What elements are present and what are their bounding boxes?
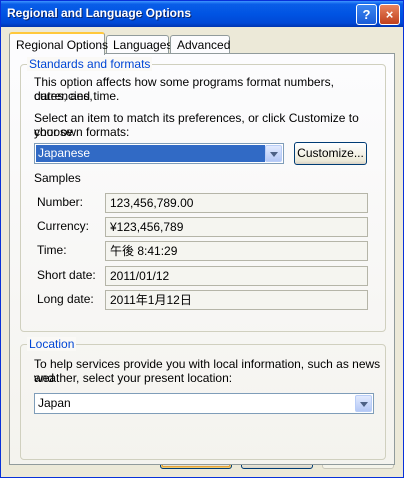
sample-number-value: 123,456,789.00	[105, 193, 368, 213]
sample-short-date-value: 2011/01/12	[105, 266, 368, 286]
close-button[interactable]: ×	[379, 4, 400, 25]
standards-description-line2: dates, and time.	[34, 89, 120, 103]
dialog-window: Regional and Language Options ? × Region…	[0, 0, 404, 478]
location-select-value: Japan	[38, 396, 71, 410]
standards-instruction-line2: your own formats:	[34, 125, 130, 139]
dialog-client: Regional Options Languages Advanced Stan…	[1, 27, 403, 477]
standards-group: Standards and formats This option affect…	[20, 57, 386, 332]
chevron-down-icon[interactable]	[265, 145, 282, 162]
sample-time-value: 午後 8:41:29	[105, 241, 368, 261]
location-description-line2: weather, select your present location:	[34, 371, 233, 385]
sample-long-date-value: 2011年1月12日	[105, 290, 368, 310]
sample-short-date-label: Short date:	[37, 268, 96, 282]
sample-number-label: Number:	[37, 195, 84, 209]
sample-time-label: Time:	[37, 243, 67, 257]
help-button[interactable]: ?	[356, 4, 377, 25]
sample-currency-label: Currency:	[37, 219, 90, 233]
tab-panel: Standards and formats This option affect…	[9, 53, 395, 465]
sample-long-date-label: Long date:	[37, 292, 94, 306]
location-group-title: Location	[27, 337, 77, 351]
window-title: Regional and Language Options	[7, 6, 192, 20]
location-select[interactable]: Japan	[34, 393, 374, 414]
standards-group-title: Standards and formats	[27, 57, 153, 71]
location-group: Location To help services provide you wi…	[20, 337, 386, 460]
tab-languages[interactable]: Languages	[106, 35, 172, 54]
sample-currency-value: ¥123,456,789	[105, 217, 368, 237]
format-select[interactable]: Japanese	[34, 143, 284, 164]
format-select-value: Japanese	[36, 145, 265, 162]
chevron-down-icon[interactable]	[355, 395, 372, 412]
title-bar[interactable]: Regional and Language Options ? ×	[1, 1, 403, 27]
tab-advanced[interactable]: Advanced	[170, 35, 230, 54]
customize-button[interactable]: Customize...	[294, 142, 367, 165]
tab-regional-options[interactable]: Regional Options	[9, 32, 108, 55]
samples-label: Samples	[34, 171, 81, 185]
